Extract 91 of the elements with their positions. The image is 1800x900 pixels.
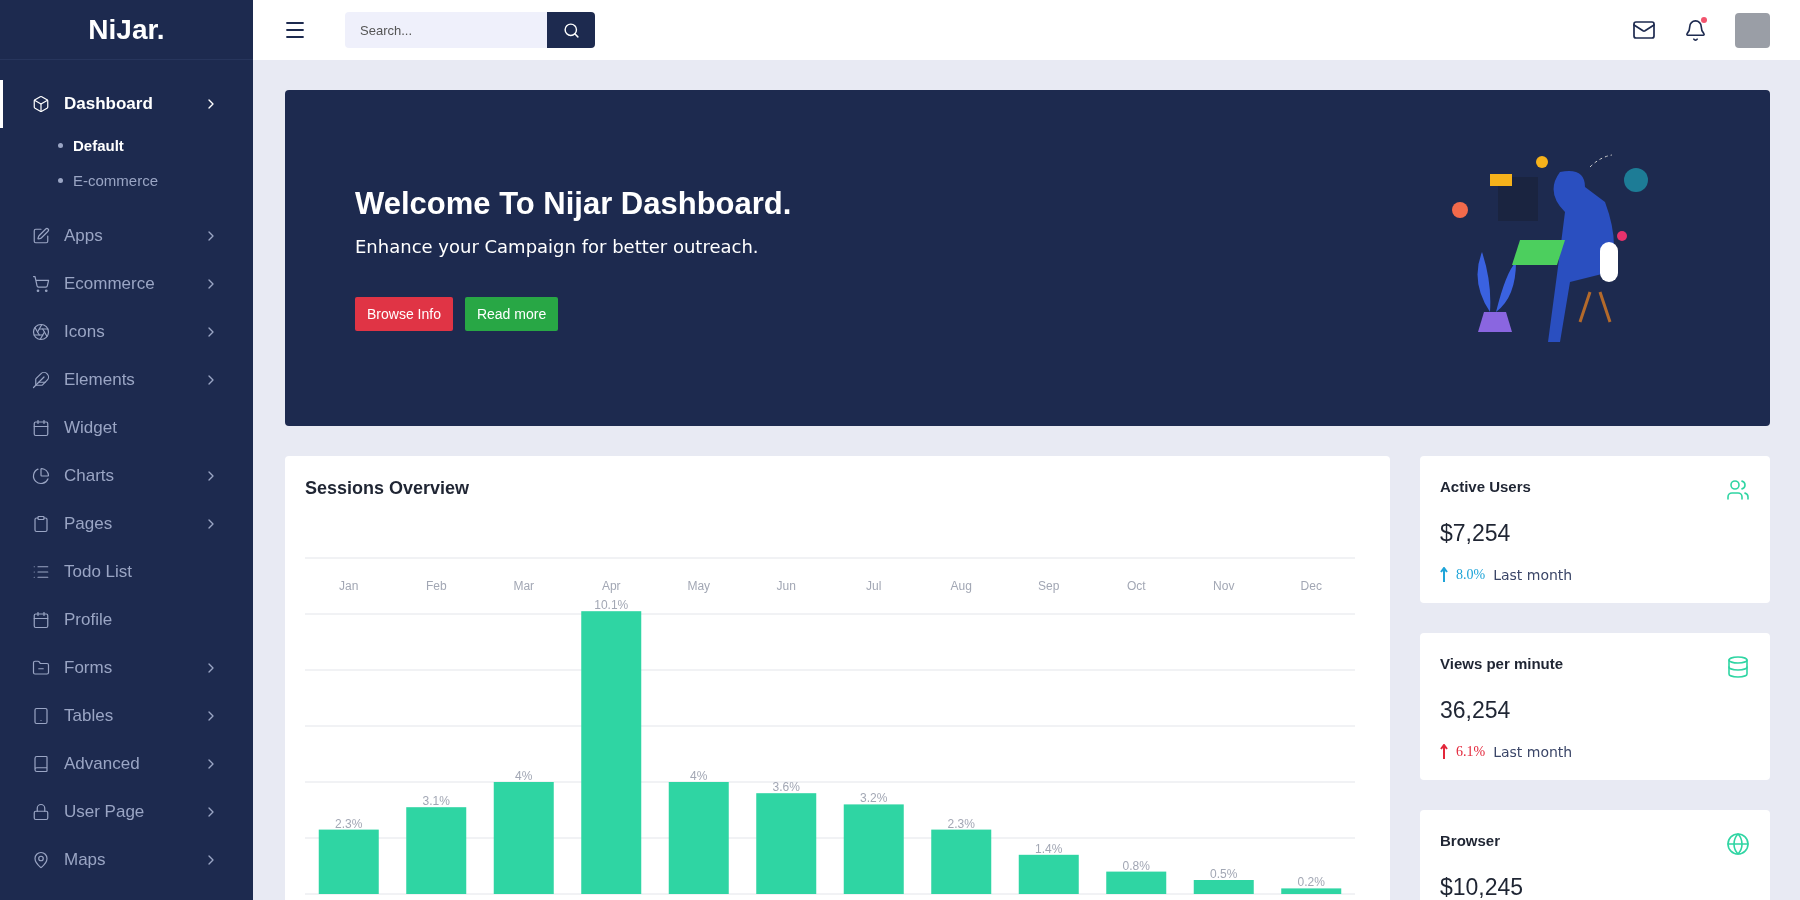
- stat-value: 36,254: [1440, 697, 1512, 724]
- globe-icon: [1726, 832, 1750, 856]
- month-label: Jul: [866, 579, 882, 593]
- sidebar-item[interactable]: Dashboard: [0, 80, 253, 128]
- month-label: Jun: [776, 579, 796, 593]
- sidebar-item[interactable]: Pages: [0, 500, 253, 548]
- sidebar-item[interactable]: Todo List: [0, 548, 253, 596]
- month-label: Mar: [513, 579, 535, 593]
- notification-button[interactable]: [1684, 18, 1707, 42]
- submenu-item[interactable]: Default: [0, 128, 253, 163]
- bell-icon: [1684, 18, 1707, 42]
- bar: [1018, 854, 1079, 894]
- bar: [1193, 880, 1254, 894]
- tablet-icon: [32, 707, 50, 725]
- cube-icon: [32, 95, 50, 113]
- stat-title: Active Users: [1440, 478, 1531, 495]
- database-icon: [1726, 655, 1750, 679]
- bar: [318, 829, 379, 894]
- stat-title: Views per minute: [1440, 655, 1564, 672]
- book-icon: [32, 755, 50, 773]
- change-note: Last month: [1493, 567, 1573, 583]
- stat-title: Browser: [1440, 832, 1501, 849]
- value-label: 2.3%: [947, 816, 975, 831]
- folder-icon: [32, 659, 50, 677]
- card-title: Sessions Overview: [305, 478, 471, 499]
- month-label: Jan: [339, 579, 359, 593]
- month-label: Aug: [950, 579, 972, 593]
- sidebar-item[interactable]: Elements: [0, 356, 253, 404]
- aperture-icon: [32, 323, 50, 341]
- stat-value: $7,254: [1440, 520, 1512, 547]
- pie-chart-icon: [32, 467, 50, 485]
- search-field[interactable]: Search...: [345, 12, 547, 48]
- change-note: Last month: [1493, 744, 1573, 760]
- month-label: Nov: [1213, 579, 1235, 593]
- calendar-icon: [32, 611, 50, 629]
- pencil-square-icon: [32, 227, 50, 245]
- sidebar-item[interactable]: Icons: [0, 308, 253, 356]
- calendar-icon: [32, 419, 50, 437]
- banner-subtitle: Enhance your Campaign for better outreach.: [355, 235, 760, 257]
- mail-icon: [1632, 18, 1656, 42]
- month-label: Dec: [1300, 579, 1322, 593]
- value-label: 0.8%: [1122, 858, 1150, 873]
- sidebar-item[interactable]: Profile: [0, 596, 253, 644]
- banner-title: Welcome To Nijar Dashboard.: [355, 185, 792, 222]
- clipboard-icon: [32, 515, 50, 533]
- sidebar-item[interactable]: Forms: [0, 644, 253, 692]
- change-value: 6.1%: [1456, 744, 1486, 760]
- value-label: 10.1%: [594, 598, 629, 613]
- month-label: Oct: [1126, 579, 1146, 593]
- sidebar-item[interactable]: Maps: [0, 836, 253, 884]
- map-pin-icon: [32, 851, 50, 869]
- banner-button[interactable]: Browse Info: [355, 296, 453, 331]
- sidebar-item[interactable]: Apps: [0, 212, 253, 260]
- change-value: 8.0%: [1456, 567, 1486, 583]
- mail-button[interactable]: [1632, 18, 1656, 42]
- brand-logo[interactable]: NiJar.: [88, 13, 165, 46]
- sidebar-item[interactable]: Widget: [0, 404, 253, 452]
- stat-value: $10,245: [1440, 874, 1525, 900]
- banner-button[interactable]: Read more: [464, 296, 559, 331]
- month-label: Sep: [1038, 579, 1060, 593]
- search-button[interactable]: [547, 12, 595, 48]
- bar: [1106, 871, 1167, 894]
- value-label: 0.2%: [1297, 875, 1325, 890]
- value-label: 3.1%: [422, 794, 450, 809]
- sidebar-item[interactable]: Advanced: [0, 740, 253, 788]
- users-icon: [1726, 478, 1750, 502]
- value-label: 3.2%: [860, 791, 888, 806]
- month-label: May: [687, 579, 711, 593]
- avatar-photo-placeholder[interactable]: [1735, 12, 1770, 48]
- value-label: 0.5%: [1210, 867, 1238, 881]
- month-label: Apr: [601, 579, 621, 593]
- value-label: 1.4%: [1035, 841, 1063, 856]
- value-label: 2.3%: [335, 816, 363, 831]
- feather-icon: [32, 371, 50, 389]
- sidebar-item[interactable]: User Page: [0, 788, 253, 836]
- lock-icon: [32, 803, 50, 821]
- list-icon: [32, 563, 50, 581]
- search-icon: [562, 21, 580, 39]
- value-label: 3.6%: [772, 780, 800, 795]
- month-label: Feb: [425, 579, 447, 593]
- value-label: 4%: [690, 769, 708, 783]
- arrow-up-icon: [1440, 567, 1448, 583]
- sidebar-item[interactable]: Ecommerce: [0, 260, 253, 308]
- sidebar-item[interactable]: Charts: [0, 452, 253, 500]
- bar: [931, 829, 992, 894]
- sidebar-item[interactable]: Tables: [0, 692, 253, 740]
- submenu-item[interactable]: E-commerce: [0, 163, 253, 198]
- arrow-up-icon: [1440, 744, 1448, 760]
- value-label: 4%: [515, 769, 533, 783]
- cart-icon: [32, 275, 50, 293]
- bar: [1281, 888, 1342, 894]
